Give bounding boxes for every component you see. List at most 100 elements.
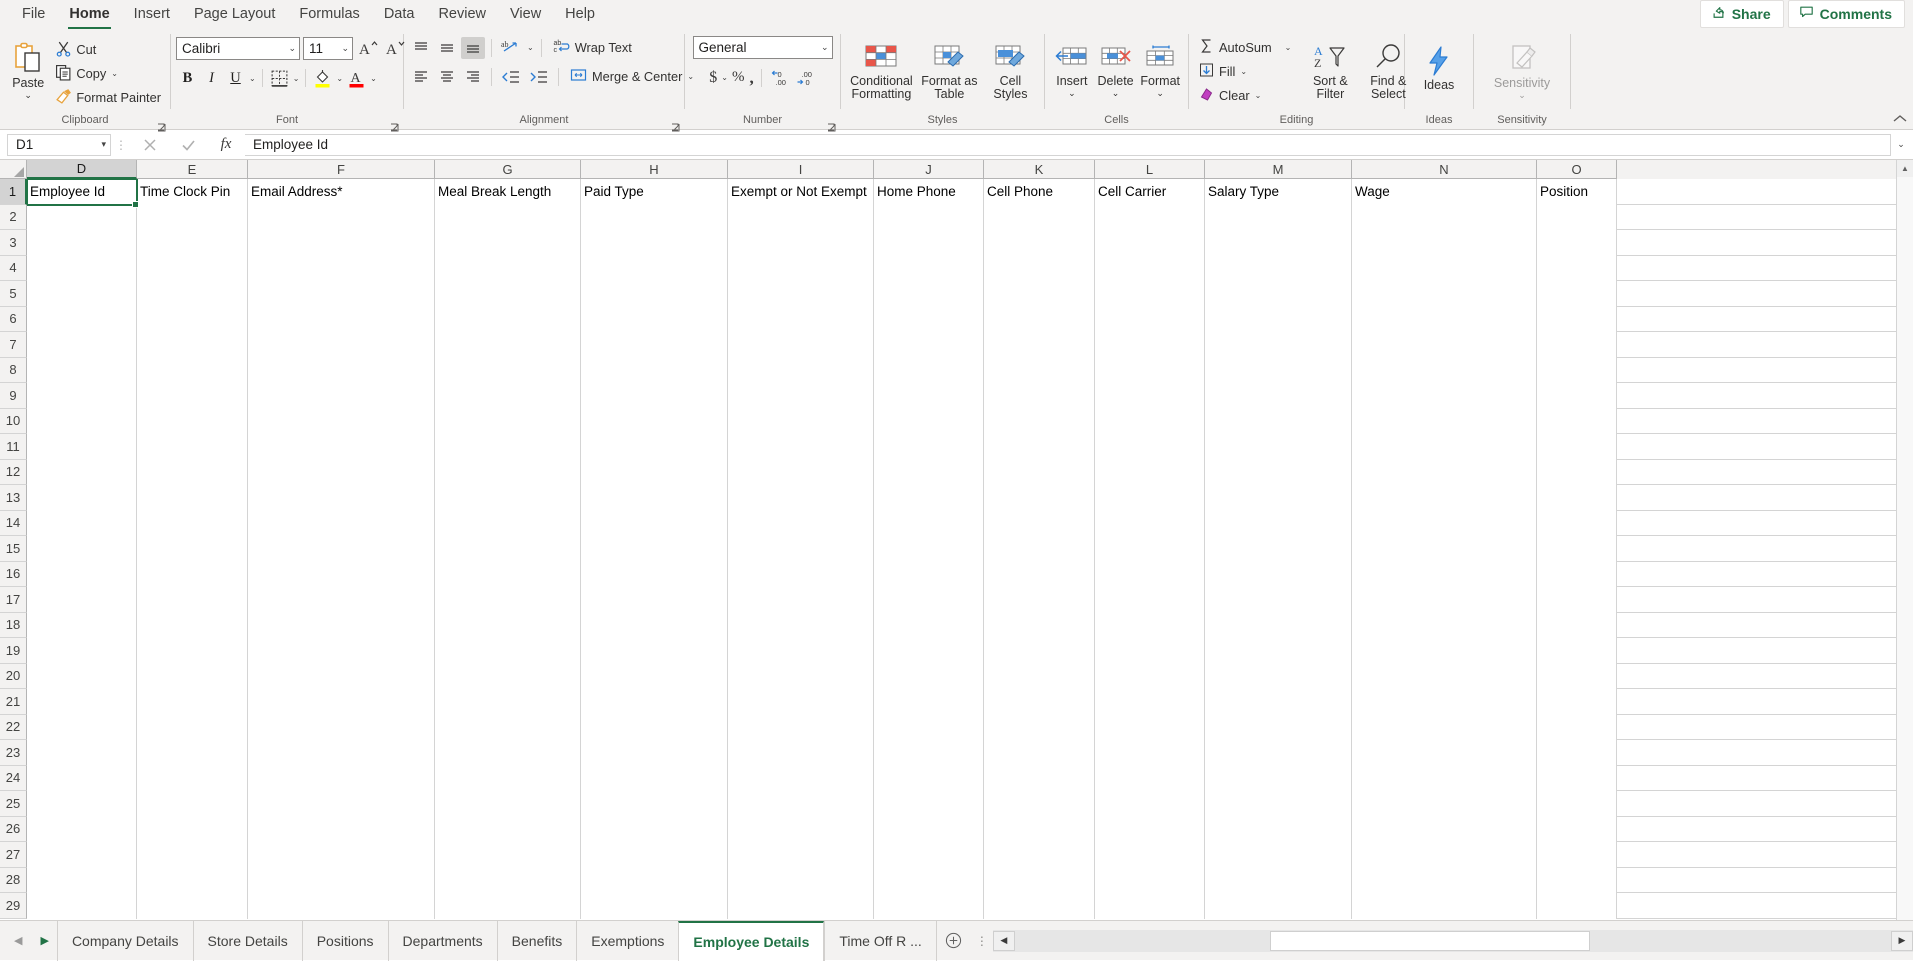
- column-header-L[interactable]: L: [1095, 160, 1205, 179]
- cell-J20[interactable]: [874, 663, 984, 689]
- cell-L10[interactable]: [1095, 408, 1205, 434]
- cell-H5[interactable]: [581, 281, 728, 307]
- cell-J26[interactable]: [874, 816, 984, 842]
- align-bottom-button[interactable]: [461, 36, 485, 59]
- cell-I1[interactable]: Exempt or Not Exempt: [728, 179, 874, 205]
- cell-N29[interactable]: [1352, 893, 1537, 919]
- align-left-button[interactable]: [409, 66, 433, 88]
- insert-function-button[interactable]: fx: [207, 133, 245, 157]
- cell-E2[interactable]: [137, 204, 248, 230]
- chevron-down-icon[interactable]: ⌄: [1284, 43, 1293, 52]
- cell-M24[interactable]: [1205, 765, 1352, 791]
- chevron-down-icon[interactable]: ⌄: [1156, 89, 1164, 98]
- cell-K8[interactable]: [984, 357, 1095, 383]
- scroll-left-button[interactable]: ◀: [992, 930, 1015, 951]
- cell-D24[interactable]: [27, 765, 137, 791]
- cell-H10[interactable]: [581, 408, 728, 434]
- cell-J22[interactable]: [874, 714, 984, 740]
- cell-H7[interactable]: [581, 332, 728, 358]
- cell-N27[interactable]: [1352, 842, 1537, 868]
- cell-L14[interactable]: [1095, 510, 1205, 536]
- row-header-21[interactable]: 21: [0, 689, 27, 715]
- scroll-right-button[interactable]: ▶: [1891, 930, 1913, 951]
- collapse-ribbon-button[interactable]: [1893, 114, 1907, 127]
- cell-G22[interactable]: [435, 714, 581, 740]
- cell-I22[interactable]: [728, 714, 874, 740]
- cell-H26[interactable]: [581, 816, 728, 842]
- cell-D13[interactable]: [27, 485, 137, 511]
- chevron-down-icon[interactable]: ⌄: [341, 43, 349, 54]
- name-box[interactable]: D1 ▾: [7, 133, 111, 156]
- cell-M11[interactable]: [1205, 434, 1352, 460]
- fill-color-button[interactable]: [311, 66, 334, 90]
- cell-M7[interactable]: [1205, 332, 1352, 358]
- row-header-24[interactable]: 24: [0, 765, 27, 791]
- cell-D25[interactable]: [27, 791, 137, 817]
- sheet-tab-benefits[interactable]: Benefits: [496, 920, 577, 961]
- cell-I17[interactable]: [728, 587, 874, 613]
- ribbon-tab-page-layout[interactable]: Page Layout: [182, 2, 287, 29]
- cell-I10[interactable]: [728, 408, 874, 434]
- cell-I20[interactable]: [728, 663, 874, 689]
- cell-H3[interactable]: [581, 230, 728, 256]
- row-header-18[interactable]: 18: [0, 612, 27, 638]
- sheet-tab-company-details[interactable]: Company Details: [56, 920, 193, 961]
- cell-L8[interactable]: [1095, 357, 1205, 383]
- cell-I8[interactable]: [728, 357, 874, 383]
- cell-F29[interactable]: [248, 893, 435, 919]
- cell-K1[interactable]: Cell Phone: [984, 179, 1095, 205]
- row-header-16[interactable]: 16: [0, 561, 27, 587]
- cell-E10[interactable]: [137, 408, 248, 434]
- cell-M20[interactable]: [1205, 663, 1352, 689]
- cell-N13[interactable]: [1352, 485, 1537, 511]
- cell-M28[interactable]: [1205, 867, 1352, 893]
- cell-O9[interactable]: [1537, 383, 1617, 409]
- cell-M4[interactable]: [1205, 255, 1352, 281]
- ribbon-tab-view[interactable]: View: [498, 2, 553, 29]
- autosum-button[interactable]: AutoSum ⌄: [1194, 36, 1296, 59]
- cell-K18[interactable]: [984, 612, 1095, 638]
- cell-J13[interactable]: [874, 485, 984, 511]
- cell-H11[interactable]: [581, 434, 728, 460]
- cell-E12[interactable]: [137, 459, 248, 485]
- cell-J27[interactable]: [874, 842, 984, 868]
- font-color-chevron-down-icon[interactable]: ⌄: [369, 74, 378, 83]
- cell-H13[interactable]: [581, 485, 728, 511]
- cell-I24[interactable]: [728, 765, 874, 791]
- column-header-H[interactable]: H: [581, 160, 728, 179]
- wrap-text-button[interactable]: ab c Wrap Text: [548, 36, 636, 59]
- cell-H1[interactable]: Paid Type: [581, 179, 728, 205]
- cell-G21[interactable]: [435, 689, 581, 715]
- cell-O8[interactable]: [1537, 357, 1617, 383]
- cell-N17[interactable]: [1352, 587, 1537, 613]
- cell-G20[interactable]: [435, 663, 581, 689]
- cell-J15[interactable]: [874, 536, 984, 562]
- cell-N18[interactable]: [1352, 612, 1537, 638]
- cell-O2[interactable]: [1537, 204, 1617, 230]
- cell-F12[interactable]: [248, 459, 435, 485]
- cell-D1[interactable]: Employee Id: [27, 179, 139, 207]
- cell-G1[interactable]: Meal Break Length: [435, 179, 581, 205]
- cell-E8[interactable]: [137, 357, 248, 383]
- cell-M18[interactable]: [1205, 612, 1352, 638]
- sheet-tab-employee-details[interactable]: Employee Details: [678, 920, 825, 961]
- cell-L25[interactable]: [1095, 791, 1205, 817]
- cell-D22[interactable]: [27, 714, 137, 740]
- font-dialog-launcher[interactable]: [390, 119, 399, 132]
- cell-L20[interactable]: [1095, 663, 1205, 689]
- cell-I13[interactable]: [728, 485, 874, 511]
- cell-D26[interactable]: [27, 816, 137, 842]
- cell-M25[interactable]: [1205, 791, 1352, 817]
- row-header-1[interactable]: 1: [0, 179, 27, 205]
- number-dialog-launcher[interactable]: [827, 119, 836, 132]
- clear-button[interactable]: Clear ⌄: [1194, 84, 1296, 107]
- row-header-13[interactable]: 13: [0, 485, 27, 511]
- cell-N12[interactable]: [1352, 459, 1537, 485]
- row-header-5[interactable]: 5: [0, 281, 27, 307]
- cell-M23[interactable]: [1205, 740, 1352, 766]
- cell-N1[interactable]: Wage: [1352, 179, 1537, 205]
- cell-N22[interactable]: [1352, 714, 1537, 740]
- cell-L6[interactable]: [1095, 306, 1205, 332]
- cell-J23[interactable]: [874, 740, 984, 766]
- cell-L3[interactable]: [1095, 230, 1205, 256]
